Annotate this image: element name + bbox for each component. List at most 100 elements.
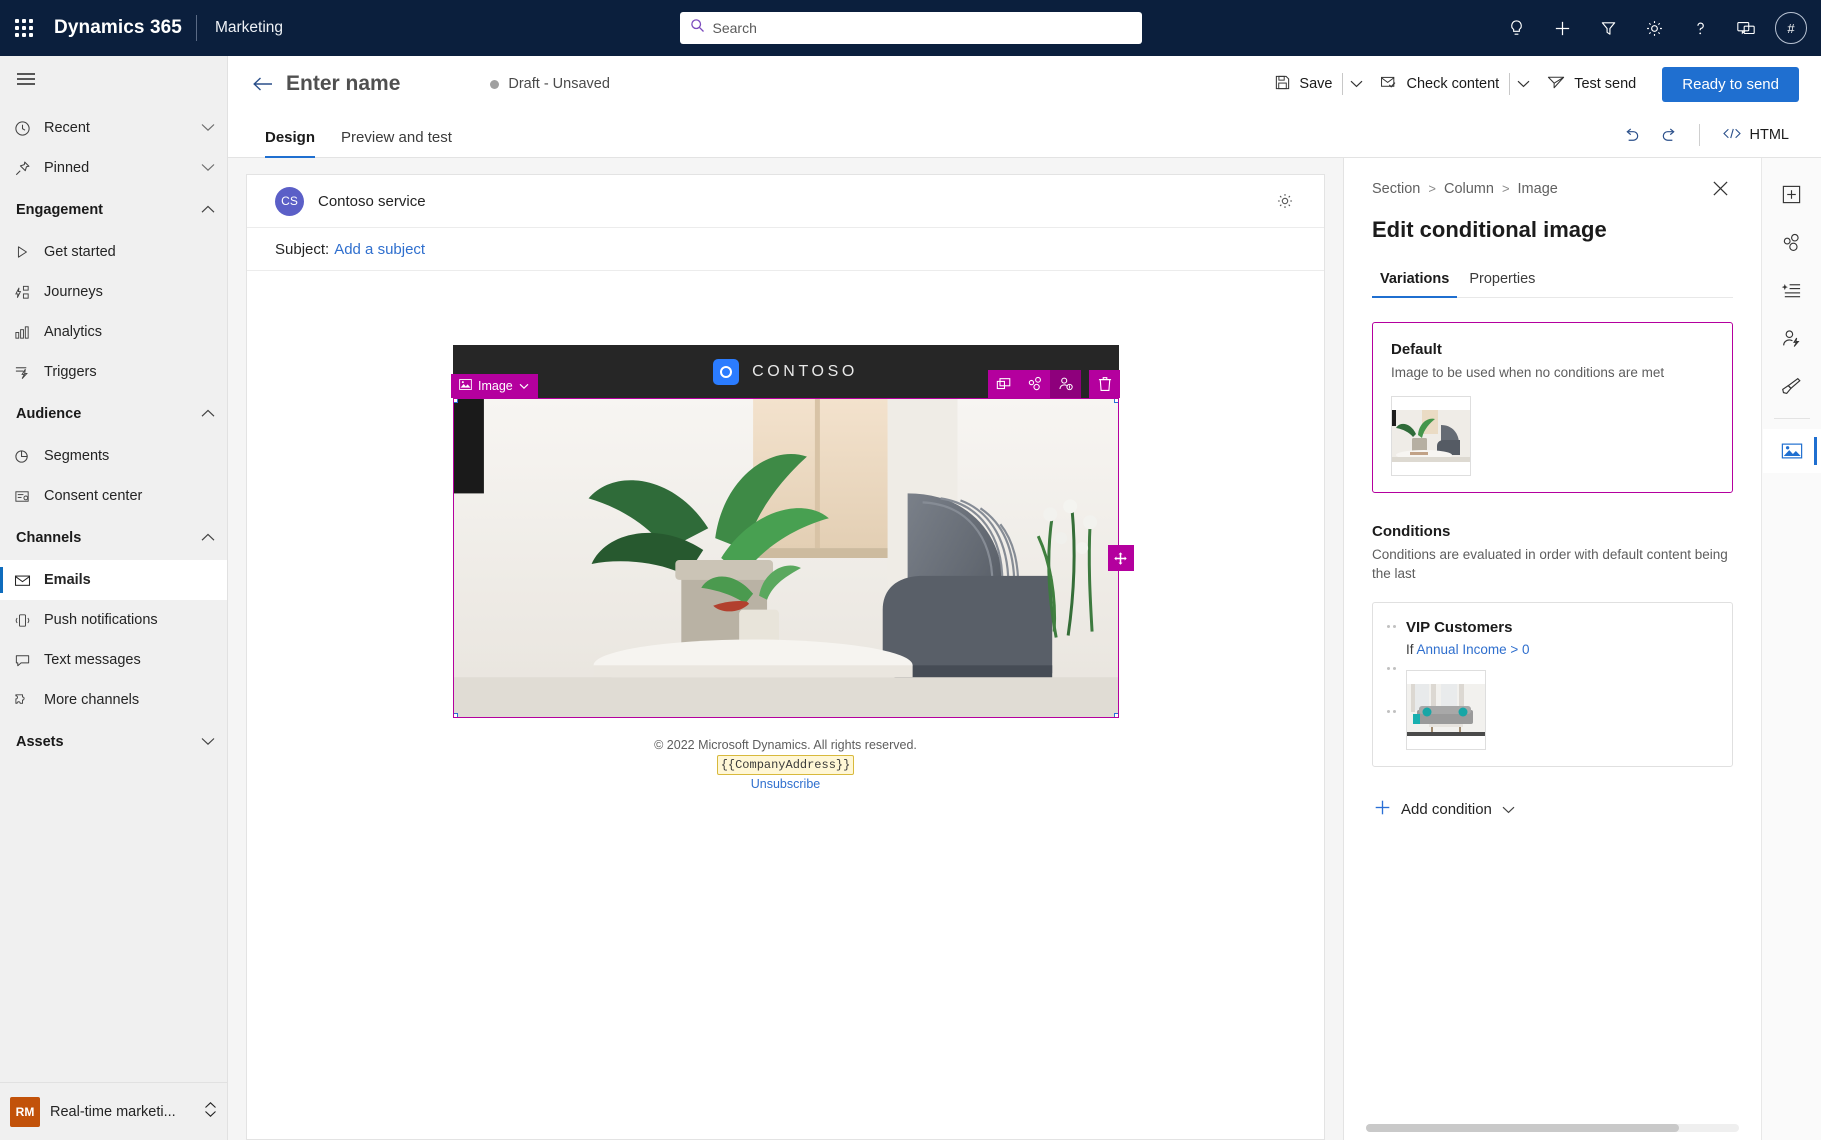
clock-icon xyxy=(14,120,44,137)
send-paper-plane-icon xyxy=(1547,75,1566,94)
sidebar-item-push-notifications[interactable]: Push notifications xyxy=(0,600,227,640)
app-body: Recent Pinned Engagement Get started Jou… xyxy=(0,56,1821,1140)
email-body: CONTOSO Image © 2022 Microsoft Dynamics.… xyxy=(247,271,1324,1139)
save-disk-icon xyxy=(1274,74,1291,95)
element-type-badge[interactable]: Image xyxy=(451,374,538,398)
undo-icon[interactable] xyxy=(1615,119,1649,151)
sidebar-item-pinned[interactable]: Pinned xyxy=(0,148,227,188)
condition-expression-row: If Annual Income > 0 xyxy=(1406,642,1529,657)
breadcrumb-column[interactable]: Column xyxy=(1444,181,1494,197)
add-condition-label: Add condition xyxy=(1401,800,1492,818)
email-settings-gear-icon[interactable] xyxy=(1270,186,1300,216)
sidebar-item-consent-center[interactable]: Consent center xyxy=(0,476,227,516)
test-send-button[interactable]: Test send xyxy=(1537,68,1646,101)
panel-horizontal-scrollbar[interactable] xyxy=(1366,1124,1739,1132)
sidebar-group-engagement[interactable]: Engagement xyxy=(0,188,227,232)
sidebar-item-emails[interactable]: Emails xyxy=(0,560,227,600)
tab-variations[interactable]: Variations xyxy=(1372,271,1458,298)
help-icon[interactable] xyxy=(1677,0,1723,56)
back-button[interactable] xyxy=(252,76,282,92)
element-type-label: Image xyxy=(478,379,513,393)
image-properties-icon[interactable] xyxy=(1762,429,1821,473)
sidebar-item-recent[interactable]: Recent xyxy=(0,108,227,148)
tab-properties[interactable]: Properties xyxy=(1461,271,1543,297)
consent-icon xyxy=(14,488,44,505)
sidebar-group-audience[interactable]: Audience xyxy=(0,392,227,436)
quick-create-icon[interactable] xyxy=(1539,0,1585,56)
sidebar-item-journeys[interactable]: Journeys xyxy=(0,272,227,312)
designer-rail xyxy=(1761,158,1821,1140)
check-content-chevron-down-icon[interactable] xyxy=(1510,71,1537,97)
close-icon[interactable] xyxy=(1708,176,1733,201)
save-chevron-down-icon[interactable] xyxy=(1343,71,1370,97)
rail-divider xyxy=(1773,418,1810,419)
sidebar-item-label: Push notifications xyxy=(44,612,158,628)
redo-icon[interactable] xyxy=(1653,119,1687,151)
sidebar-item-text-messages[interactable]: Text messages xyxy=(0,640,227,680)
variations-icon[interactable] xyxy=(1019,370,1050,398)
tab-preview-and-test[interactable]: Preview and test xyxy=(328,129,465,157)
delete-icon[interactable] xyxy=(1089,370,1120,398)
sidebar-group-assets[interactable]: Assets xyxy=(0,720,227,764)
breadcrumb-section[interactable]: Section xyxy=(1372,181,1420,197)
area-switcher[interactable]: RM Real-time marketi... xyxy=(0,1082,227,1140)
styles-brush-icon[interactable] xyxy=(1763,364,1821,408)
resize-handle-bottom-left[interactable] xyxy=(453,713,458,717)
tab-design[interactable]: Design xyxy=(252,129,328,158)
personalize-icon[interactable] xyxy=(1050,370,1081,398)
condition-item[interactable]: VIP Customers If Annual Income > 0 xyxy=(1372,601,1733,767)
sender-avatar: CS xyxy=(275,186,304,216)
check-content-button[interactable]: Check content xyxy=(1370,67,1509,102)
area-label: Real-time marketi... xyxy=(50,1103,176,1120)
nav-collapse-icon[interactable] xyxy=(0,56,227,102)
global-search[interactable] xyxy=(679,12,1142,44)
condition-expression-link[interactable]: Annual Income > 0 xyxy=(1417,642,1530,657)
filter-icon[interactable] xyxy=(1585,0,1631,56)
unsubscribe-link[interactable]: Unsubscribe xyxy=(751,777,820,791)
resize-handle-top-right[interactable] xyxy=(1113,399,1118,403)
resize-handle-bottom-right[interactable] xyxy=(1113,713,1118,717)
drag-grip-icon[interactable] xyxy=(1387,619,1396,750)
feedback-icon[interactable] xyxy=(1723,0,1769,56)
sidebar-group-label: Engagement xyxy=(16,202,104,218)
default-variation-card[interactable]: Default Image to be used when no conditi… xyxy=(1372,322,1733,493)
company-address-token[interactable]: {{CompanyAddress}} xyxy=(716,754,855,775)
add-condition-button[interactable]: Add condition xyxy=(1372,793,1517,826)
sidebar-group-label: Assets xyxy=(16,734,64,750)
chevron-up-icon xyxy=(201,406,215,422)
sidebar-item-triggers[interactable]: Triggers xyxy=(0,352,227,392)
chevron-down-icon xyxy=(201,160,215,176)
settings-gear-icon[interactable] xyxy=(1631,0,1677,56)
app-launcher-icon[interactable] xyxy=(0,0,48,56)
templates-icon[interactable] xyxy=(1763,268,1821,312)
chevron-down-icon xyxy=(201,120,215,136)
html-view-button[interactable]: HTML xyxy=(1712,121,1799,150)
sidebar-item-analytics[interactable]: Analytics xyxy=(0,312,227,352)
user-avatar[interactable]: # xyxy=(1775,12,1807,44)
panel-title: Edit conditional image xyxy=(1372,217,1607,242)
insights-idea-icon[interactable] xyxy=(1493,0,1539,56)
add-element-icon[interactable] xyxy=(1763,172,1821,216)
save-button[interactable]: Save xyxy=(1264,67,1342,102)
default-image-thumbnail[interactable] xyxy=(1391,395,1471,476)
chevron-down-icon xyxy=(519,379,529,393)
layouts-icon[interactable] xyxy=(1763,220,1821,264)
ready-to-send-button[interactable]: Ready to send xyxy=(1662,66,1799,102)
duplicate-icon[interactable] xyxy=(988,370,1019,398)
sidebar-item-label: Analytics xyxy=(44,324,103,340)
code-brackets-icon xyxy=(1722,127,1742,144)
personalization-icon[interactable] xyxy=(1763,316,1821,360)
sidebar-item-segments[interactable]: Segments xyxy=(0,436,227,476)
add-subject-link[interactable]: Add a subject xyxy=(334,241,425,258)
sidebar-item-more-channels[interactable]: More channels xyxy=(0,680,227,720)
sidebar-item-get-started[interactable]: Get started xyxy=(0,232,227,272)
app-name-label: Marketing xyxy=(214,19,284,36)
image-frame[interactable] xyxy=(452,398,1119,718)
breadcrumb-image[interactable]: Image xyxy=(1518,181,1558,197)
selected-image-element[interactable]: Image xyxy=(451,370,1134,718)
move-element-handle[interactable] xyxy=(1107,545,1134,571)
resize-handle-top-left[interactable] xyxy=(453,399,458,403)
vip-image-thumbnail[interactable] xyxy=(1406,669,1486,750)
sidebar-group-channels[interactable]: Channels xyxy=(0,516,227,560)
search-input[interactable] xyxy=(712,20,1132,36)
